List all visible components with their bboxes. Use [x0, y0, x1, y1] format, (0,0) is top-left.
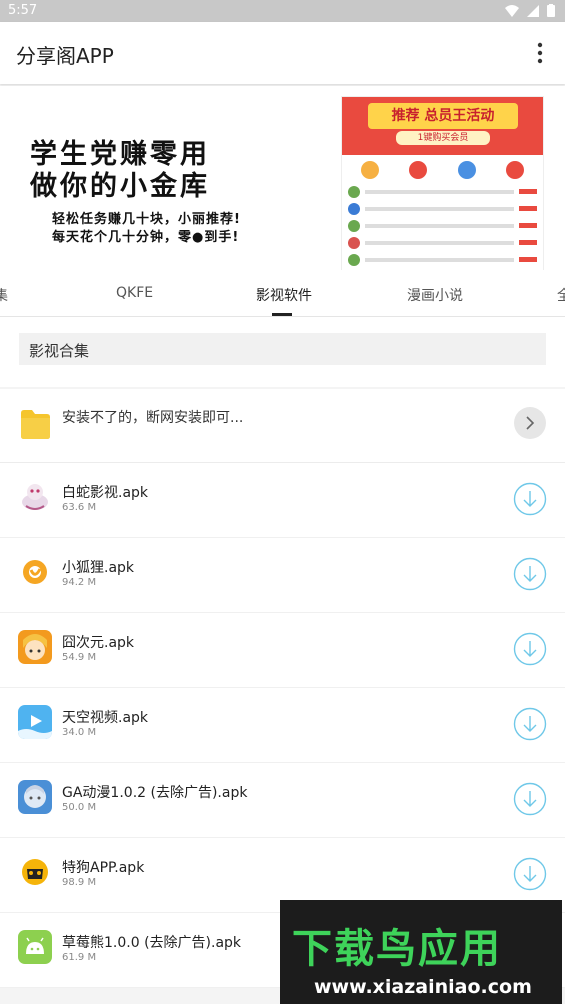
banner-promo-title: 推荐 总员王活动	[368, 103, 518, 129]
file-name: 小狐狸.apk	[62, 560, 135, 576]
file-size: 34.0 M	[62, 727, 97, 738]
more-options-icon[interactable]	[535, 42, 545, 64]
file-size: 94.2 M	[62, 577, 97, 588]
app-bar: 分享阁APP	[0, 22, 565, 84]
category-header: 影视合集	[0, 317, 565, 387]
download-icon[interactable]	[513, 632, 547, 666]
tegou-app-icon	[18, 855, 52, 889]
strawberry-bear-app-icon	[18, 930, 52, 964]
promo-banner[interactable]: 学生党赚零用 做你的小金库 轻松任务赚几十块，小丽推荐! 每天花个几十分钟，零●…	[0, 86, 565, 270]
category-label-box: 影视合集	[19, 333, 546, 365]
open-folder-button[interactable]	[514, 407, 546, 439]
list-item[interactable]: 白蛇影视.apk 63.6 M	[0, 463, 565, 538]
list-item[interactable]: 囧次元.apk 54.9 M	[0, 613, 565, 688]
chevron-right-icon	[526, 416, 535, 430]
file-name: 草莓熊1.0.0 (去除广告).apk	[62, 935, 242, 951]
signal-icon	[527, 4, 539, 17]
file-size: 63.6 M	[62, 502, 97, 513]
tab-qkfe[interactable]: QKFE	[116, 285, 153, 301]
download-icon[interactable]	[513, 557, 547, 591]
file-name: 白蛇影视.apk	[62, 485, 149, 501]
sky-video-app-icon	[18, 705, 52, 739]
file-name: 天空视频.apk	[62, 710, 149, 726]
active-tab-indicator	[272, 313, 292, 316]
download-icon[interactable]	[513, 707, 547, 741]
ga-anime-app-icon	[18, 780, 52, 814]
file-size: 61.9 M	[62, 952, 97, 963]
list-item[interactable]: GA动漫1.0.2 (去除广告).apk 50.0 M	[0, 763, 565, 838]
mockup-list	[342, 181, 543, 270]
category-label: 影视合集	[29, 342, 90, 360]
status-bar: 5:57	[0, 0, 565, 22]
tab-all[interactable]: 全	[557, 285, 565, 305]
app-title: 分享阁APP	[16, 44, 114, 68]
watermark-logo: 下载鸟应用 www.xiazainiao.com	[280, 900, 562, 1004]
banner-phone-mockup: 推荐 总员王活动 1键购买会员	[341, 96, 544, 270]
folder-icon	[21, 410, 50, 439]
download-icon[interactable]	[513, 482, 547, 516]
white-snake-app-icon	[18, 480, 52, 514]
tab-video-software[interactable]: 影视软件	[256, 285, 312, 305]
file-size: 54.9 M	[62, 652, 97, 663]
file-name: 特狗APP.apk	[62, 860, 145, 876]
little-fox-app-icon	[18, 555, 52, 589]
mockup-icon-row	[342, 155, 543, 181]
wifi-icon	[505, 4, 519, 17]
file-name: 囧次元.apk	[62, 635, 135, 651]
download-icon[interactable]	[513, 782, 547, 816]
banner-subline-2: 每天花个几十分钟，零●到手!	[52, 230, 240, 245]
battery-icon	[547, 4, 555, 17]
status-icons	[505, 4, 555, 17]
category-tabs: 集 QKFE 影视软件 漫画小说 全	[0, 270, 565, 317]
folder-row[interactable]: 安装不了的，断网安装即可...	[0, 389, 565, 463]
banner-promo-badge: 1键购买会员	[396, 131, 490, 145]
banner-subline-1: 轻松任务赚几十块，小丽推荐!	[52, 212, 241, 227]
banner-headline-2: 做你的小金库	[30, 171, 210, 202]
list-item[interactable]: 天空视频.apk 34.0 M	[0, 688, 565, 763]
tab-comics-novels[interactable]: 漫画小说	[407, 285, 463, 305]
folder-label: 安装不了的，断网安装即可...	[62, 410, 244, 426]
file-name: GA动漫1.0.2 (去除广告).apk	[62, 785, 248, 801]
watermark-url: www.xiazainiao.com	[314, 976, 532, 998]
watermark-brand: 下载鸟应用	[292, 926, 502, 972]
tab-collection[interactable]: 集	[0, 285, 8, 305]
list-item[interactable]: 小狐狸.apk 94.2 M	[0, 538, 565, 613]
file-size: 98.9 M	[62, 877, 97, 888]
status-time: 5:57	[8, 3, 38, 18]
jiong-ciyuan-app-icon	[18, 630, 52, 664]
download-icon[interactable]	[513, 857, 547, 891]
file-size: 50.0 M	[62, 802, 97, 813]
